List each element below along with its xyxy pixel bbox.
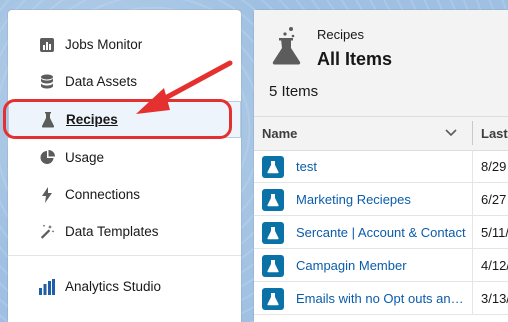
column-header-last[interactable]: Last bbox=[481, 126, 508, 141]
table-row[interactable]: Campagin Member 4/12/ bbox=[254, 249, 508, 282]
last-modified-date: 8/29 bbox=[481, 159, 507, 174]
table-row[interactable]: Sercante | Account & Contact 5/11/ bbox=[254, 216, 508, 249]
sidebar-item-analytics-studio[interactable]: Analytics Studio bbox=[8, 268, 241, 305]
sidebar-item-label: Data Templates bbox=[65, 224, 159, 239]
last-modified-date: 6/27 bbox=[481, 192, 507, 207]
list-view-title[interactable]: All Items bbox=[317, 49, 392, 70]
table-header: Name Last bbox=[254, 116, 508, 151]
bar-chart-icon bbox=[39, 37, 55, 53]
recipe-name-link[interactable]: Marketing Reciepes bbox=[296, 192, 466, 207]
column-divider bbox=[472, 121, 473, 145]
recipe-icon bbox=[262, 288, 284, 310]
sidebar-item-usage[interactable]: Usage bbox=[8, 139, 241, 176]
cell-divider bbox=[472, 150, 473, 183]
recipe-name-link[interactable]: Emails with no Opt outs and more bbox=[296, 291, 466, 306]
sidebar-item-connections[interactable]: Connections bbox=[8, 176, 241, 213]
list-view-panel: Recipes All Items 5 Items Name Last test… bbox=[254, 10, 508, 322]
list-header: Recipes All Items 5 Items bbox=[254, 10, 508, 116]
last-modified-date: 3/13/ bbox=[481, 291, 508, 306]
sidebar-item-label: Connections bbox=[65, 187, 141, 202]
sidebar-item-label: Analytics Studio bbox=[65, 279, 162, 294]
recipe-icon bbox=[262, 222, 284, 244]
last-modified-date: 5/11/ bbox=[481, 225, 508, 240]
magic-wand-icon bbox=[39, 224, 55, 240]
analytics-bars-icon bbox=[39, 278, 55, 295]
pie-chart-icon bbox=[39, 150, 55, 166]
recipe-icon bbox=[262, 156, 284, 178]
sidebar-nav: Jobs Monitor Data Assets Recipes Usage C… bbox=[8, 10, 241, 322]
annotation-arrow bbox=[136, 60, 233, 114]
database-icon bbox=[39, 74, 55, 90]
object-label: Recipes bbox=[317, 27, 364, 42]
sidebar-divider bbox=[8, 255, 241, 256]
cell-divider bbox=[472, 216, 473, 249]
item-count: 5 Items bbox=[269, 83, 319, 100]
recipe-icon bbox=[262, 189, 284, 211]
recipe-name-link[interactable]: Sercante | Account & Contact bbox=[296, 225, 466, 240]
cell-divider bbox=[472, 183, 473, 216]
lightning-icon bbox=[39, 186, 55, 203]
recipe-name-link[interactable]: test bbox=[296, 159, 466, 174]
recipe-name-link[interactable]: Campagin Member bbox=[296, 258, 466, 273]
sidebar-item-label: Usage bbox=[65, 150, 105, 165]
cell-divider bbox=[472, 249, 473, 282]
cell-divider bbox=[472, 282, 473, 315]
chevron-down-icon[interactable] bbox=[444, 125, 458, 142]
sidebar-item-data-templates[interactable]: Data Templates bbox=[8, 213, 241, 250]
sidebar-item-label: Jobs Monitor bbox=[65, 37, 143, 52]
column-header-name[interactable]: Name bbox=[262, 126, 297, 141]
flask-icon bbox=[268, 26, 306, 71]
table-row[interactable]: Marketing Reciepes 6/27 bbox=[254, 183, 508, 216]
recipe-icon bbox=[262, 255, 284, 277]
last-modified-date: 4/12/ bbox=[481, 258, 508, 273]
table-row[interactable]: test 8/29 bbox=[254, 150, 508, 183]
table-row[interactable]: Emails with no Opt outs and more 3/13/ bbox=[254, 282, 508, 315]
